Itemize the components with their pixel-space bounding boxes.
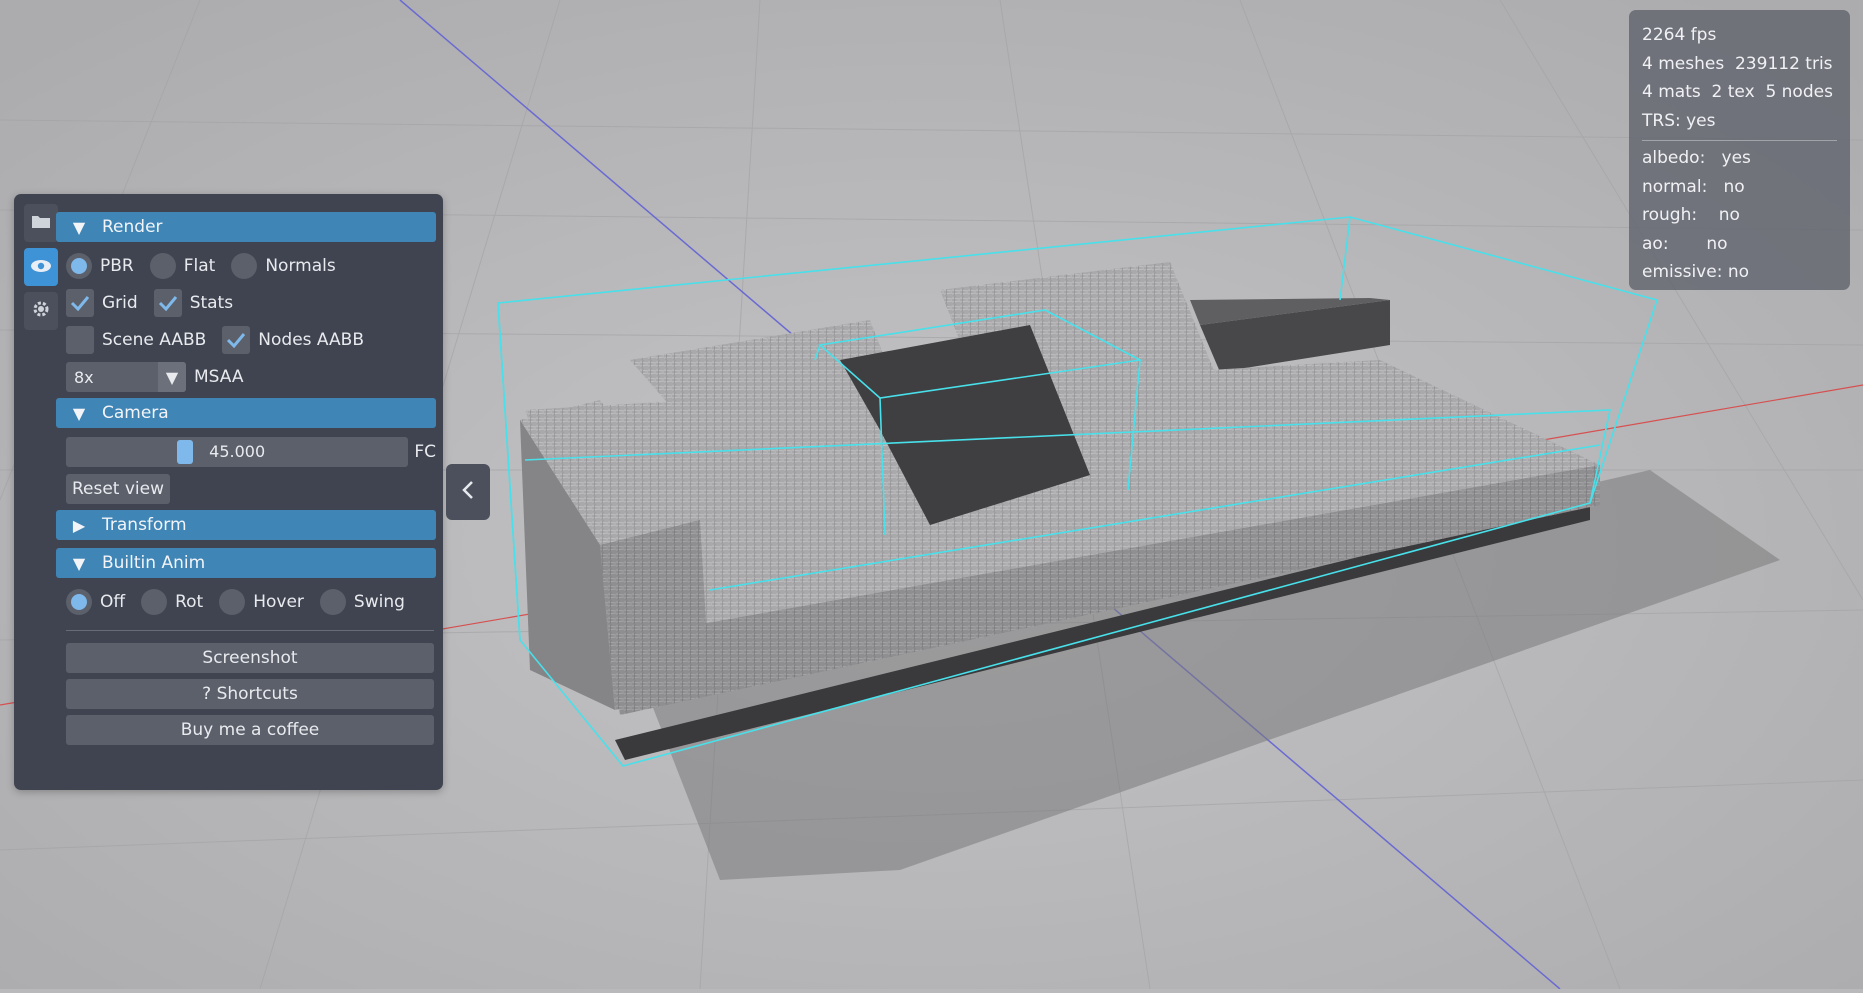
transform-header-label: Transform <box>102 515 187 535</box>
folder-icon <box>31 213 51 233</box>
render-section-header[interactable]: ▼ Render <box>56 212 436 242</box>
screenshot-button[interactable]: Screenshot <box>66 643 434 673</box>
dropdown-arrow-icon: ▼ <box>158 362 186 392</box>
stats-checkbox[interactable] <box>153 289 182 317</box>
grid-label: Grid <box>102 293 138 313</box>
scene-aabb-checkbox[interactable] <box>66 326 94 354</box>
scene-aabb-label: Scene AABB <box>102 330 207 350</box>
stats-fps: 2264 fps <box>1642 25 1717 45</box>
camera-section-header[interactable]: ▼ Camera <box>56 398 436 428</box>
radio-anim-hover-label: Hover <box>253 592 304 612</box>
tab-files[interactable] <box>24 204 58 242</box>
stats-emissive: emissive: no <box>1642 262 1750 282</box>
render-header-label: Render <box>102 217 163 237</box>
transform-section-header[interactable]: ▶ Transform <box>56 510 436 540</box>
stats-divider <box>1642 140 1837 141</box>
stats-trs: TRS: yes <box>1642 110 1716 131</box>
collapse-panel-button[interactable] <box>446 464 490 520</box>
grid-stats-row: Grid Stats <box>56 287 436 319</box>
stats-overlay: 2264 fps 4 meshes 239112 tris 4 mats 2 t… <box>1629 10 1850 290</box>
radio-anim-swing[interactable] <box>319 589 346 615</box>
buy-coffee-button[interactable]: Buy me a coffee <box>66 715 434 745</box>
anim-mode-row: Off Rot Hover Swing <box>56 586 436 618</box>
radio-anim-rot[interactable] <box>141 589 168 615</box>
radio-normals-label: Normals <box>265 256 336 276</box>
nodes-aabb-checkbox[interactable] <box>222 326 251 354</box>
gear-icon <box>31 299 51 323</box>
eye-icon <box>30 258 52 277</box>
radio-flat-label: Flat <box>183 256 216 276</box>
grid-checkbox[interactable] <box>66 289 94 317</box>
caret-down-icon: ▼ <box>72 553 86 573</box>
caret-down-icon: ▼ <box>72 403 86 423</box>
checkmark-icon <box>70 296 90 311</box>
checkmark-icon <box>158 296 177 311</box>
stats-rough: rough: no <box>1642 205 1740 225</box>
radio-anim-off[interactable] <box>66 589 92 615</box>
panel-body: ▼ Render PBR Flat Normals Grid Stats Sce… <box>56 212 436 751</box>
fov-slider[interactable]: 45.000 <box>66 437 409 467</box>
camera-header-label: Camera <box>102 403 169 423</box>
fov-row: 45.000 FC <box>56 436 436 468</box>
radio-normals[interactable] <box>231 253 258 279</box>
radio-anim-swing-label: Swing <box>353 592 405 612</box>
fov-label: FC <box>414 442 436 462</box>
caret-down-icon: ▼ <box>72 217 86 237</box>
stats-mats: 4 mats 2 tex 5 nodes <box>1642 82 1833 102</box>
chevron-left-icon <box>461 480 475 504</box>
stats-albedo: albedo: yes <box>1642 148 1751 168</box>
stats-label: Stats <box>189 293 234 313</box>
nodes-aabb-label: Nodes AABB <box>258 330 364 350</box>
shading-mode-row: PBR Flat Normals <box>56 250 436 282</box>
stats-normal: normal: no <box>1642 176 1745 197</box>
radio-pbr-label: PBR <box>100 256 134 276</box>
shortcuts-button[interactable]: ? Shortcuts <box>66 679 434 709</box>
tab-view[interactable] <box>24 248 58 286</box>
radio-flat[interactable] <box>149 253 176 279</box>
fov-value: 45.000 <box>209 442 266 461</box>
stats-meshes: 4 meshes 239112 tris <box>1642 53 1833 74</box>
caret-right-icon: ▶ <box>72 515 86 535</box>
msaa-select[interactable]: 8x ▼ <box>66 362 186 392</box>
divider <box>66 630 434 631</box>
stats-ao: ao: no <box>1642 233 1728 254</box>
anim-section-header[interactable]: ▼ Builtin Anim <box>56 548 436 578</box>
radio-anim-rot-label: Rot <box>175 592 204 612</box>
radio-pbr[interactable] <box>66 253 92 279</box>
anim-header-label: Builtin Anim <box>102 553 206 573</box>
tab-settings[interactable] <box>24 292 58 330</box>
radio-anim-hover[interactable] <box>219 589 246 615</box>
msaa-value: 8x <box>74 367 94 387</box>
radio-anim-off-label: Off <box>100 592 126 612</box>
reset-view-button[interactable]: Reset view <box>66 474 170 504</box>
control-panel: ▼ Render PBR Flat Normals Grid Stats Sce… <box>14 194 443 790</box>
msaa-label: MSAA <box>194 367 244 387</box>
checkmark-icon <box>227 333 246 348</box>
msaa-row: 8x ▼ MSAA <box>56 361 436 393</box>
reset-row: Reset view <box>56 473 436 505</box>
aabb-row: Scene AABB Nodes AABB <box>56 324 436 356</box>
